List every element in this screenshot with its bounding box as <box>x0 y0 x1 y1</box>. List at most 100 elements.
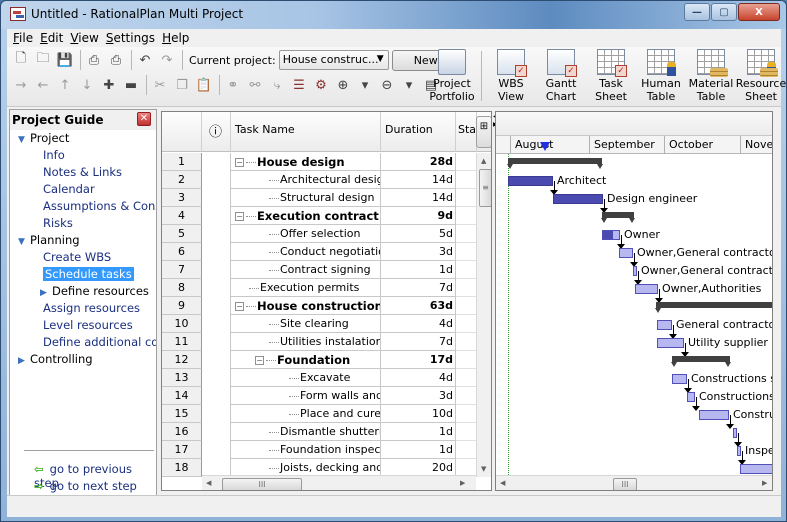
row-number[interactable]: 14 <box>162 387 202 405</box>
guide-item-risks[interactable]: Risks <box>10 215 156 232</box>
duration-cell[interactable]: 1d <box>381 261 456 279</box>
row-number[interactable]: 13 <box>162 369 202 387</box>
column-chooser-button[interactable]: ⊞ <box>476 116 491 148</box>
task-name-cell[interactable]: Excavate <box>231 369 381 387</box>
task-bar[interactable] <box>602 230 620 240</box>
guide-item-assign-resources[interactable]: Assign resources <box>10 300 156 317</box>
menu-settings[interactable]: Settings <box>104 29 160 47</box>
start-cell[interactable] <box>456 387 477 405</box>
split-task-icon[interactable]: ⤷ <box>267 75 287 95</box>
duration-cell[interactable]: 7d <box>381 333 456 351</box>
project-portfolio-button[interactable]: Project Portfolio <box>427 49 477 105</box>
duration-cell[interactable]: 1d <box>381 423 456 441</box>
duration-cell[interactable]: 63d <box>381 297 456 315</box>
task-name-column-header[interactable]: Task Name <box>231 112 381 152</box>
chevron-down-icon[interactable]: ▾ <box>399 75 419 95</box>
duration-cell[interactable]: 4d <box>381 369 456 387</box>
summary-bar[interactable] <box>507 158 603 169</box>
table-row[interactable]: 5 Offer selection 5d <box>162 225 477 243</box>
task-bar[interactable] <box>687 392 695 402</box>
expanded-triangle-icon[interactable]: ▼ <box>18 234 30 249</box>
table-row[interactable]: 17 Foundation inspection1d <box>162 441 477 459</box>
start-cell[interactable] <box>456 315 477 333</box>
new-file-icon[interactable]: 🗋 <box>11 50 31 70</box>
duration-cell[interactable]: 28d <box>381 153 456 171</box>
print-preview-icon[interactable]: ⎙ <box>106 50 126 70</box>
duration-cell[interactable]: 1d <box>381 441 456 459</box>
start-cell[interactable] <box>456 369 477 387</box>
start-cell[interactable] <box>456 279 477 297</box>
task-name-cell[interactable]: Place and cure ... <box>231 405 381 423</box>
guide-item-define-additional-costs[interactable]: Define additional costs <box>10 334 156 351</box>
task-name-cell[interactable]: Form walls and ... <box>231 387 381 405</box>
duration-cell[interactable]: 7d <box>381 279 456 297</box>
resource-assign-icon[interactable]: ⚙ <box>311 75 331 95</box>
duration-cell[interactable]: 3d <box>381 243 456 261</box>
start-cell[interactable] <box>456 441 477 459</box>
start-cell[interactable] <box>456 225 477 243</box>
collapse-icon[interactable]: − <box>235 302 244 311</box>
table-row[interactable]: 14 Form walls and ...3d <box>162 387 477 405</box>
menu-file[interactable]: File <box>11 29 38 47</box>
row-number[interactable]: 10 <box>162 315 202 333</box>
guide-item-calendar[interactable]: Calendar <box>10 181 156 198</box>
guide-item-define-resources[interactable]: ▶ Define resources <box>10 283 156 300</box>
table-row[interactable]: 3 Structural design 14d <box>162 189 477 207</box>
start-cell[interactable] <box>456 261 477 279</box>
undo-icon[interactable]: ↶ <box>135 50 155 70</box>
collapse-icon[interactable]: − <box>235 212 244 221</box>
guide-item-info[interactable]: Info <box>10 147 156 164</box>
summary-bar[interactable] <box>655 302 772 313</box>
duration-cell[interactable]: 17d <box>381 351 456 369</box>
task-bar[interactable] <box>699 410 729 420</box>
start-cell[interactable] <box>456 333 477 351</box>
row-number[interactable]: 9 <box>162 297 202 315</box>
scroll-thumb[interactable]: III <box>222 478 302 490</box>
scroll-down-icon[interactable]: ▼ <box>481 465 486 473</box>
row-number[interactable]: 5 <box>162 225 202 243</box>
menu-help[interactable]: Help <box>160 29 194 47</box>
move-down-icon[interactable]: ↓ <box>77 75 97 95</box>
guide-item-level-resources[interactable]: Level resources <box>10 317 156 334</box>
scroll-right-icon[interactable]: ▶ <box>460 479 465 487</box>
start-cell[interactable] <box>456 171 477 189</box>
duration-cell[interactable]: 4d <box>381 315 456 333</box>
unlink-tasks-icon[interactable]: ⚯ <box>245 75 265 95</box>
task-name-cell[interactable]: Conduct negotiations <box>231 243 381 261</box>
task-bar[interactable] <box>733 428 737 438</box>
gantt-horizontal-scrollbar[interactable]: ◀ III ▶ <box>496 475 772 490</box>
guide-item-assumptions-constraints[interactable]: Assumptions & Constraints <box>10 198 156 215</box>
guide-section-project[interactable]: ▼ Project <box>10 130 156 147</box>
task-name-cell[interactable]: Contract signing <box>231 261 381 279</box>
duration-cell[interactable]: 5d <box>381 225 456 243</box>
guide-item-schedule-tasks[interactable]: Schedule tasks <box>10 266 156 283</box>
task-bar[interactable] <box>740 464 772 474</box>
start-cell[interactable] <box>456 189 477 207</box>
task-name-cell[interactable]: Architectural design <box>231 171 381 189</box>
row-number[interactable]: 2 <box>162 171 202 189</box>
guide-section-controlling[interactable]: ▶ Controlling <box>10 351 156 368</box>
outdent-icon[interactable]: ← <box>33 75 53 95</box>
summary-bar[interactable] <box>601 212 635 223</box>
gantt-bars-icon[interactable]: ☰ <box>289 75 309 95</box>
copy-icon[interactable]: ❐ <box>172 75 192 95</box>
row-number[interactable]: 4 <box>162 207 202 225</box>
task-name-cell[interactable]: Utilities instalation <box>231 333 381 351</box>
open-folder-icon[interactable]: 🗀 <box>33 50 53 70</box>
guide-item-create-wbs[interactable]: Create WBS <box>10 249 156 266</box>
table-row[interactable]: 1 − House design 28d <box>162 153 477 171</box>
zoom-in-icon[interactable]: ⊕ <box>333 75 353 95</box>
task-name-cell[interactable]: Structural design <box>231 189 381 207</box>
task-bar[interactable] <box>657 338 684 348</box>
close-guide-icon[interactable]: ✕ <box>137 112 151 126</box>
table-row[interactable]: 11 Utilities instalation 7d <box>162 333 477 351</box>
task-name-cell[interactable]: Foundation inspection <box>231 441 381 459</box>
scroll-right-icon[interactable]: ▶ <box>762 479 767 487</box>
grid-vertical-scrollbar[interactable]: ▲ ≡ ▼ <box>476 153 491 477</box>
next-step-link[interactable]: ⇨ go to next step <box>34 479 137 493</box>
row-number[interactable]: 11 <box>162 333 202 351</box>
row-number[interactable]: 12 <box>162 351 202 369</box>
link-tasks-icon[interactable]: ⚭ <box>223 75 243 95</box>
table-row[interactable]: 10 Site clearing 4d <box>162 315 477 333</box>
print-icon[interactable]: ⎙ <box>84 50 104 70</box>
